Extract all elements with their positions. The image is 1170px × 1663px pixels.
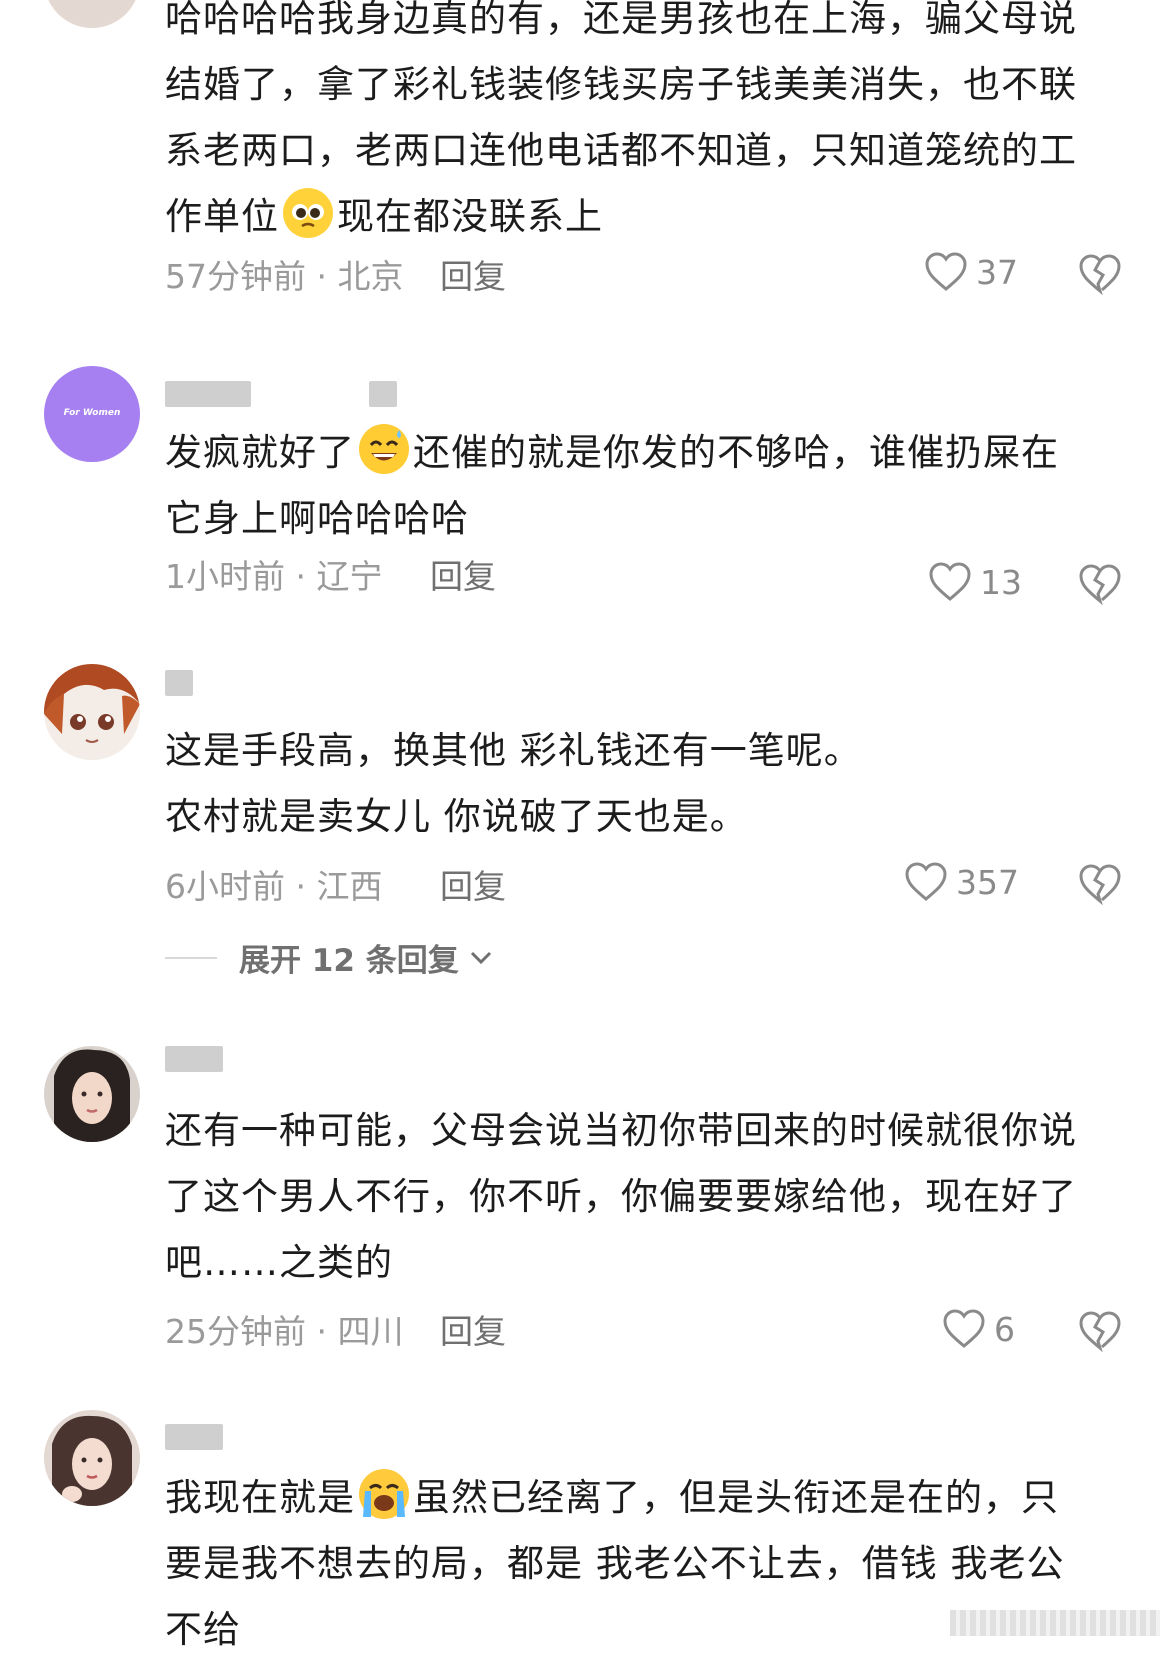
avatar[interactable] <box>44 664 140 760</box>
broken-heart-icon[interactable] <box>1078 252 1122 296</box>
like-button[interactable]: 357 <box>904 860 1019 904</box>
username-blurred <box>369 381 397 407</box>
reply-button[interactable]: 回复 <box>440 250 506 298</box>
reply-button[interactable]: 回复 <box>430 550 496 598</box>
photo-avatar-image <box>54 1049 130 1142</box>
like-button[interactable]: 37 <box>924 250 1018 294</box>
like-count: 6 <box>994 1309 1015 1349</box>
anime-avatar-image <box>44 664 140 743</box>
comment-meta: 1小时前 · 辽宁 <box>165 557 383 596</box>
broken-heart-icon[interactable] <box>1078 862 1122 906</box>
comment-meta: 6小时前 · 江西 <box>165 867 383 906</box>
avatar[interactable] <box>44 1410 140 1506</box>
reply-button[interactable]: 回复 <box>440 1305 506 1353</box>
comment-meta: 25分钟前 · 四川 <box>165 1312 404 1351</box>
avatar[interactable] <box>44 0 140 28</box>
chevron-down-icon <box>470 951 491 964</box>
pleading-face-emoji <box>283 188 333 238</box>
heart-outline-icon <box>929 562 971 601</box>
username-blurred <box>165 381 251 407</box>
like-count: 357 <box>956 862 1019 902</box>
photo-avatar-image <box>52 1415 132 1506</box>
watermark <box>950 1610 1160 1636</box>
like-button[interactable]: 13 <box>928 560 1022 604</box>
heart-outline-icon <box>925 252 967 291</box>
avatar[interactable] <box>44 1046 140 1142</box>
grinning-sweat-emoji <box>359 424 409 474</box>
divider <box>165 956 217 959</box>
like-count: 13 <box>980 562 1022 602</box>
username-blurred <box>165 670 193 696</box>
broken-heart-icon[interactable] <box>1078 1309 1122 1353</box>
broken-heart-icon[interactable] <box>1078 562 1122 606</box>
loudly-crying-emoji <box>359 1469 409 1519</box>
expand-replies-button[interactable]: 展开 12 条回复 <box>165 935 493 980</box>
reply-button[interactable]: 回复 <box>440 860 506 908</box>
heart-outline-icon <box>905 862 947 901</box>
username-blurred <box>165 1424 223 1450</box>
comment-text: 发疯就好了 还催的就是你发的不够哈，谁催扔屎在 它身上啊哈哈哈哈 <box>165 420 1130 552</box>
like-button[interactable]: 6 <box>942 1307 1015 1351</box>
comment-text: 哈哈哈哈我身边真的有，还是男孩也在上海，骗父母说 结婚了，拿了彩礼钱装修钱买房子… <box>165 0 1077 238</box>
comment-text: 这是手段高，换其他 彩礼钱还有一笔呢。 农村就是卖女儿 你说破了天也是。 <box>165 729 862 838</box>
username-blurred <box>165 1046 223 1072</box>
comment-text: 还有一种可能，父母会说当初你带回来的时候就很你说 了这个男人不行，你不听，你偏要… <box>165 1109 1077 1284</box>
avatar[interactable]: For Women <box>44 366 140 462</box>
heart-outline-icon <box>943 1309 985 1348</box>
comment-meta: 57分钟前 · 北京 <box>165 257 404 296</box>
like-count: 37 <box>976 252 1018 292</box>
